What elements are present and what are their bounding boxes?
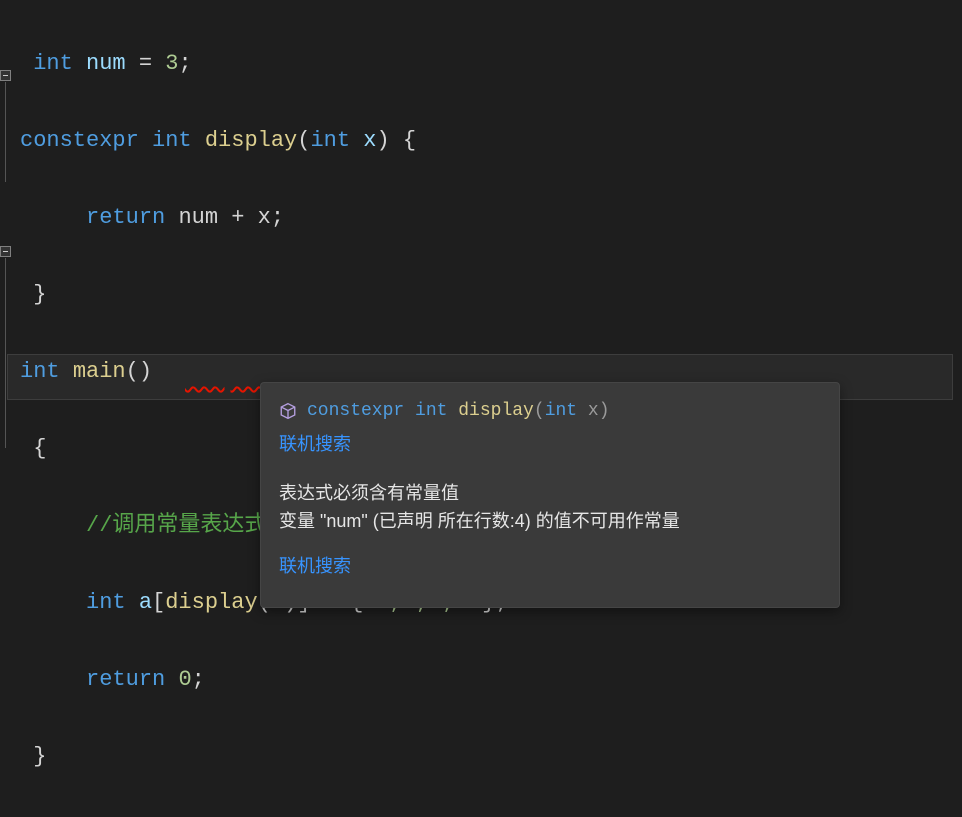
- code-line: return num + x;: [14, 201, 952, 245]
- intellisense-tooltip: constexpr int display(int x) 联机搜索 表达式必须含…: [260, 382, 840, 608]
- fold-line: [5, 258, 6, 448]
- code-line: return 0;: [14, 663, 952, 707]
- online-search-link[interactable]: 联机搜索: [279, 554, 821, 583]
- tooltip-error-message: 表达式必须含有常量值: [279, 479, 821, 508]
- code-line: int num = 3;: [14, 47, 952, 91]
- tooltip-error-detail: 变量 "num" (已声明 所在行数:4) 的值不可用作常量: [279, 507, 821, 536]
- tooltip-signature: constexpr int display(int x): [279, 397, 821, 426]
- code-line: }: [14, 278, 952, 322]
- online-search-link[interactable]: 联机搜索: [279, 432, 821, 461]
- fold-line: [5, 82, 6, 182]
- cube-icon: [279, 402, 297, 420]
- fold-toggle-main[interactable]: [0, 246, 11, 257]
- folding-gutter: [0, 0, 12, 632]
- code-line: }: [14, 740, 952, 784]
- fold-toggle-function[interactable]: [0, 70, 11, 81]
- code-line: constexpr int display(int x) {: [14, 124, 952, 168]
